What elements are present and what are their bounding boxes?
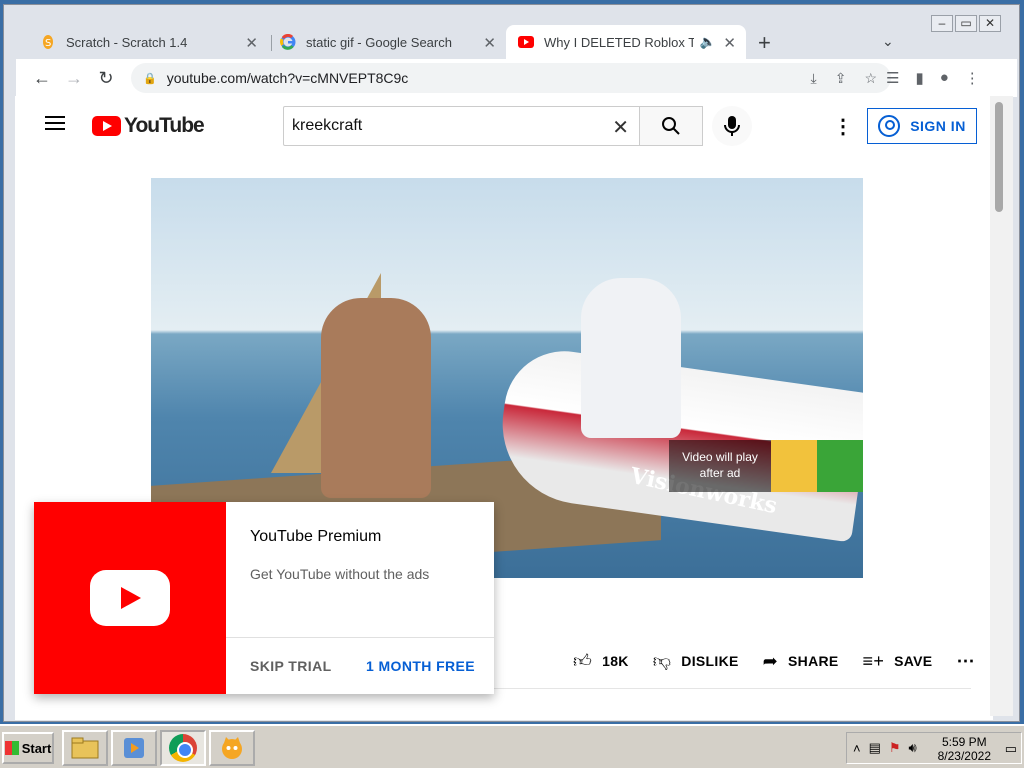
search-button[interactable]: [639, 106, 703, 146]
like-button[interactable]: 👍︎ 18K: [573, 650, 629, 672]
taskbar: Start ˄ ▤ ⚑ 🔊︎ 5:59 PM 8/23/2022 ▭: [0, 724, 1024, 768]
close-tab-icon[interactable]: ✕: [483, 34, 496, 52]
chrome-icon: [169, 734, 197, 762]
save-button[interactable]: ≡+ SAVE: [863, 651, 933, 672]
video-actions: 👍︎ 18K 👎︎ DISLIKE ➦ SHARE ≡+ SAVE ⋯: [573, 650, 975, 672]
profile-icon[interactable]: ●: [940, 69, 949, 87]
skip-trial-button[interactable]: SKIP TRIAL: [250, 658, 332, 674]
browser-toolbar: ← → ↻ 🔒 youtube.com/watch?v=cMNVEPT8C9c …: [16, 59, 1017, 97]
tab-google-search[interactable]: static gif - Google Search ✕: [268, 25, 506, 59]
chrome-taskbar-button[interactable]: [160, 730, 206, 766]
clear-search-icon[interactable]: ✕: [612, 115, 629, 140]
thumbs-down-icon: 👎︎: [652, 651, 672, 671]
like-count: 18K: [602, 653, 629, 669]
thumbs-up-icon: 👍︎: [573, 651, 593, 671]
tab-title: Why I DELETED Roblox TikTo: [544, 34, 694, 50]
sign-in-label: SIGN IN: [910, 118, 966, 134]
account-icon: [878, 115, 901, 137]
scrollbar-thumb[interactable]: [995, 102, 1003, 212]
new-tab-button[interactable]: +: [758, 30, 771, 56]
scratch-taskbar-button[interactable]: [209, 730, 255, 766]
more-actions-icon[interactable]: ⋯: [956, 651, 974, 672]
reload-button[interactable]: ↻: [90, 68, 122, 89]
video-frame-man: [321, 298, 431, 498]
ad-badge-text: Video will play after ad: [682, 450, 758, 480]
back-button[interactable]: ←: [26, 68, 58, 89]
youtube-play-icon: [90, 570, 170, 626]
youtube-header: YouTube kreekcraft ✕ ⋮ SIGN IN: [15, 96, 993, 154]
scratch-icon: S: [40, 34, 56, 50]
promo-banner: [34, 502, 226, 694]
page-scrollbar[interactable]: [990, 96, 1013, 716]
show-desktop-icon[interactable]: ▭: [1005, 741, 1017, 757]
clock-time: 5:59 PM: [941, 735, 987, 749]
ad-thumbnail: [817, 440, 863, 492]
share-button[interactable]: ➦ SHARE: [763, 651, 839, 672]
close-tab-icon[interactable]: ✕: [723, 34, 736, 52]
scratch-cat-icon: [222, 737, 242, 759]
url-text: youtube.com/watch?v=cMNVEPT8C9c: [166, 70, 409, 86]
start-label: Start: [21, 740, 52, 756]
install-icon[interactable]: ⤓: [811, 70, 817, 87]
tab-strip: S Scratch - Scratch 1.4 ✕ static gif - G…: [16, 25, 1016, 59]
tab-youtube-active[interactable]: Why I DELETED Roblox TikTo 🔈 ✕: [506, 25, 746, 59]
warning-flag-icon[interactable]: ⚑: [889, 740, 901, 756]
network-icon[interactable]: ▤: [869, 740, 881, 756]
windows-flag-icon: [4, 741, 19, 755]
start-button[interactable]: Start: [2, 732, 54, 764]
video-frame-rider: [581, 278, 681, 438]
youtube-icon: [518, 34, 534, 50]
quick-launch: [62, 730, 255, 766]
tab-title: Scratch - Scratch 1.4: [66, 34, 188, 50]
google-icon: [280, 34, 296, 50]
microphone-icon: [724, 116, 740, 136]
media-player-icon: [124, 738, 144, 758]
clock-date: 8/23/2022: [937, 749, 991, 763]
media-player-button[interactable]: [111, 730, 157, 766]
side-panel-icon[interactable]: ▮: [915, 69, 923, 87]
forward-button[interactable]: →: [58, 68, 90, 89]
search-input[interactable]: kreekcraft ✕: [283, 106, 640, 146]
save-label: SAVE: [894, 653, 933, 669]
dislike-button[interactable]: 👎︎ DISLIKE: [653, 650, 739, 672]
sign-in-button[interactable]: SIGN IN: [867, 108, 977, 144]
system-tray: ˄ ▤ ⚑ 🔊︎ 5:59 PM 8/23/2022 ▭: [846, 732, 1022, 764]
address-bar[interactable]: 🔒 youtube.com/watch?v=cMNVEPT8C9c ⤓ ⇪ ☆: [131, 63, 891, 93]
tab-scratch[interactable]: S Scratch - Scratch 1.4 ✕: [28, 25, 268, 59]
close-tab-icon[interactable]: ✕: [245, 34, 258, 52]
settings-menu-icon[interactable]: ⋮: [833, 114, 853, 139]
dislike-label: DISLIKE: [681, 653, 739, 669]
month-free-button[interactable]: 1 MONTH FREE: [366, 658, 475, 674]
divider: [226, 637, 494, 638]
ad-thumbnail: [771, 440, 817, 492]
volume-icon[interactable]: 🔊︎: [909, 740, 917, 756]
clock[interactable]: 5:59 PM 8/23/2022: [938, 735, 991, 763]
search-value: kreekcraft: [292, 117, 363, 134]
logo-text: YouTube: [124, 114, 205, 137]
file-explorer-button[interactable]: [62, 730, 108, 766]
youtube-logo[interactable]: YouTube: [92, 114, 205, 138]
tab-title: static gif - Google Search: [306, 34, 452, 50]
bookmark-star-icon[interactable]: ☆: [864, 70, 877, 87]
premium-promo-dialog: YouTube Premium Get YouTube without the …: [34, 502, 494, 694]
search-icon: [662, 117, 680, 135]
lock-icon: 🔒: [143, 72, 157, 85]
chrome-menu-icon[interactable]: ⋮: [965, 69, 980, 87]
hamburger-menu-icon[interactable]: [45, 116, 65, 130]
reading-list-icon[interactable]: ☰: [886, 69, 899, 87]
speaker-icon[interactable]: 🔈: [700, 34, 716, 50]
svg-text:S: S: [45, 38, 51, 49]
youtube-play-icon: [92, 116, 121, 136]
chevron-up-icon[interactable]: ˄: [853, 741, 861, 756]
voice-search-button[interactable]: [712, 106, 752, 146]
share-icon[interactable]: ⇪: [835, 70, 847, 87]
ad-preview-badge[interactable]: Video will play after ad: [669, 440, 863, 492]
share-label: SHARE: [788, 653, 839, 669]
chevron-down-icon[interactable]: ⌄: [882, 33, 894, 50]
folder-icon: [71, 737, 99, 759]
share-arrow-icon: ➦: [762, 650, 779, 671]
playlist-add-icon: ≡+: [862, 650, 885, 671]
promo-subtitle: Get YouTube without the ads: [250, 566, 430, 582]
promo-title: YouTube Premium: [250, 528, 382, 545]
